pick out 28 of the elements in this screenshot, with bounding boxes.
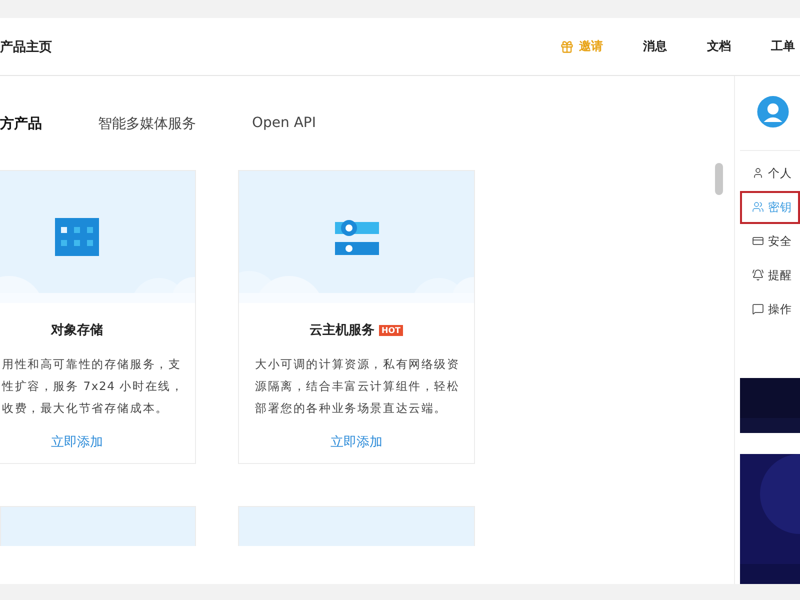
card-title: 对象存储 xyxy=(51,322,103,339)
menu-item[interactable]: 操作 xyxy=(740,292,800,326)
card-description: 大小可调的计算资源，私有网络级资 源隔离，结合丰富云计算组件，轻松 部署您的各种业务场景直达云端。 xyxy=(254,356,461,417)
tab[interactable]: 方产品 xyxy=(0,115,42,133)
card-title: 云主机服务 xyxy=(310,322,375,339)
people-icon xyxy=(752,201,764,214)
page-title: 产品主页 xyxy=(0,38,52,56)
nav-link[interactable]: 文档 xyxy=(707,38,731,55)
nav-link[interactable]: 消息 xyxy=(643,38,667,55)
card-description: 用性和高可靠性的存储服务，支 性扩容，服务 7x24 小时在线， 收费，最大化节省存储成本。 xyxy=(0,356,185,417)
avatar-icon[interactable] xyxy=(756,96,790,128)
add-now-link[interactable]: 立即添加 xyxy=(330,433,382,451)
grid-icon xyxy=(55,218,99,256)
add-now-link[interactable]: 立即添加 xyxy=(51,433,103,451)
gift-icon xyxy=(560,40,574,54)
nav-link[interactable]: 工单 xyxy=(771,38,795,55)
user-icon xyxy=(752,167,764,180)
tab[interactable]: 智能多媒体服务 xyxy=(98,115,196,133)
scrollbar-thumb[interactable] xyxy=(715,163,724,195)
server-icon xyxy=(334,218,378,256)
menu-item[interactable]: 个人 xyxy=(740,156,800,190)
bell-icon xyxy=(752,269,764,282)
tab[interactable]: Open API xyxy=(252,115,316,131)
menu-item[interactable]: 安全 xyxy=(740,224,800,258)
hot-badge: HOT xyxy=(378,324,404,336)
chat-icon xyxy=(752,303,764,316)
menu-item[interactable]: 提醒 xyxy=(740,258,800,292)
card-icon xyxy=(752,235,764,248)
